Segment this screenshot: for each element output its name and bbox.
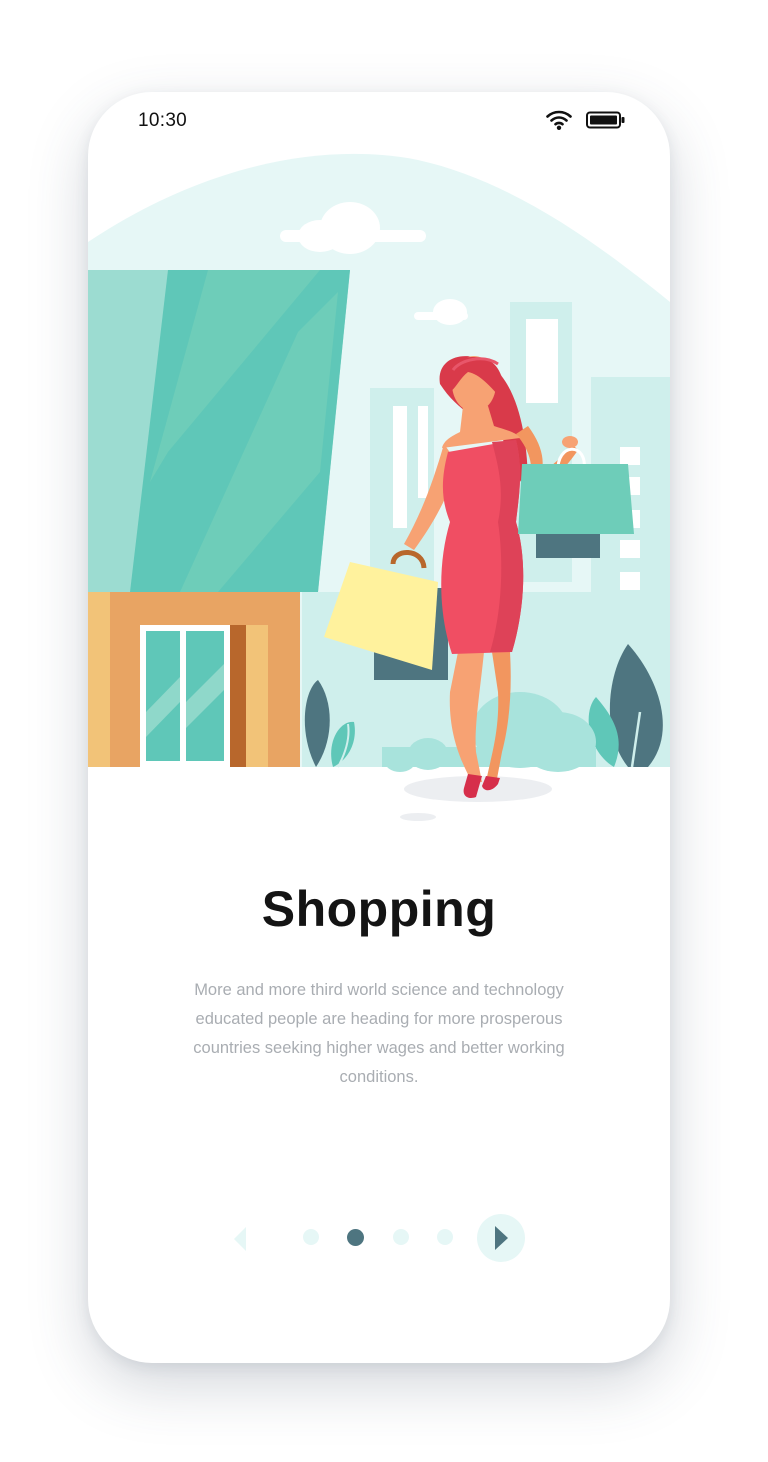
previous-button[interactable] (228, 1225, 252, 1253)
page-indicator-dot[interactable] (303, 1229, 319, 1245)
chevron-right-icon (495, 1226, 508, 1250)
page-indicator-dot[interactable] (437, 1229, 453, 1245)
status-time: 10:30 (138, 110, 188, 131)
status-icons (546, 108, 626, 132)
onboarding-title: Shopping (261, 881, 497, 937)
battery-icon (586, 111, 625, 129)
chevron-left-icon (234, 1227, 246, 1251)
page-indicator-dot[interactable] (393, 1229, 409, 1245)
onboarding-illustration (88, 153, 670, 821)
onboarding-description: More and more third world science and te… (193, 981, 565, 1086)
next-button[interactable] (477, 1214, 525, 1262)
store-front (88, 592, 300, 767)
phone-frame: 10:30 Shopping More and more third world… (88, 92, 670, 1363)
wifi-icon (546, 110, 572, 130)
glass-building (88, 270, 350, 592)
page-indicator-dot-active[interactable] (347, 1229, 364, 1246)
